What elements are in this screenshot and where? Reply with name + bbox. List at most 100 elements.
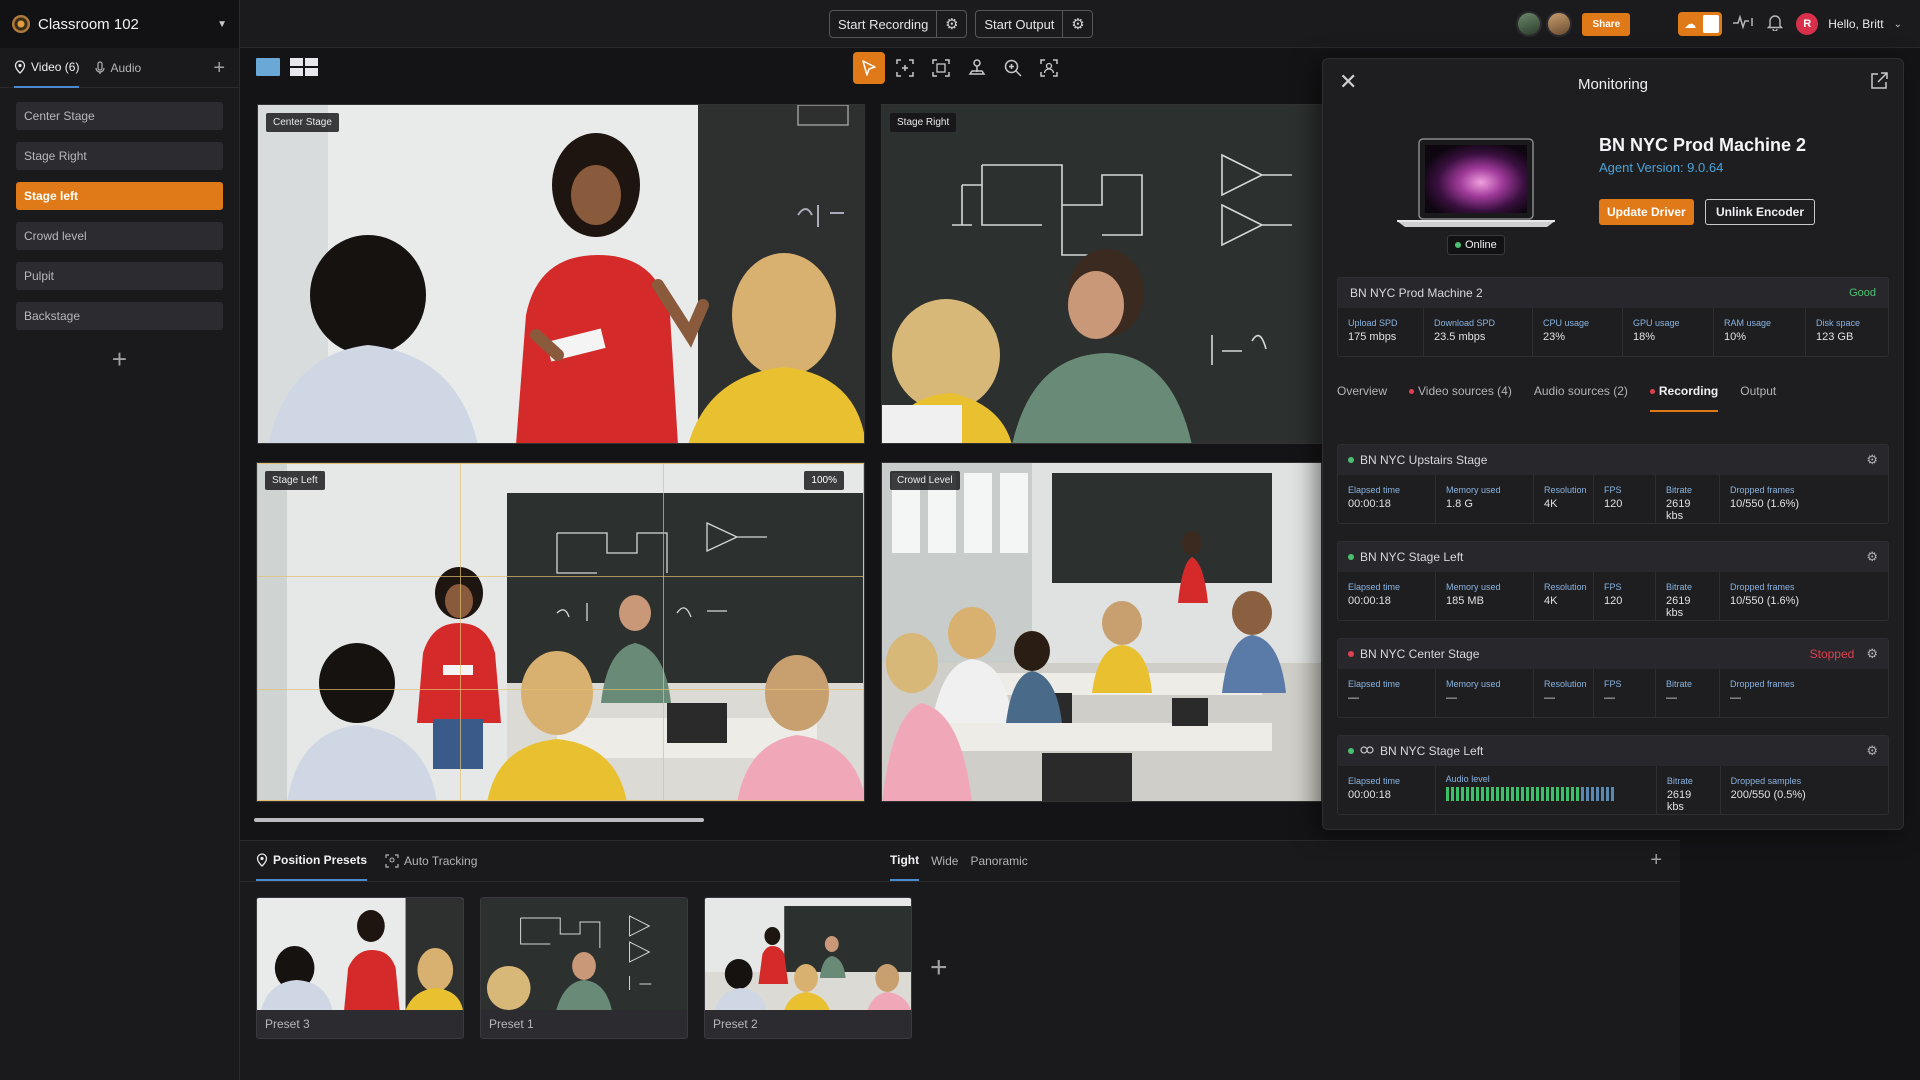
output-settings-gear-icon[interactable]: ⚙ [1062,11,1092,37]
gear-icon[interactable]: ⚙ [1866,452,1878,468]
audio-meter-segment [1555,787,1559,801]
rec-memory: Memory used 185 MB [1436,572,1534,620]
gear-icon[interactable]: ⚙ [1866,549,1878,565]
rec-fps: FPS 120 [1594,572,1656,620]
add-source-plus-icon[interactable]: + [213,57,225,80]
source-tabs: Video (6) Audio + [0,48,239,88]
recording-name: BN NYC Upstairs Stage [1360,453,1488,467]
source-item-stage-right[interactable]: Stage Right [16,142,223,170]
stat-ram: RAM usage 10% [1714,308,1806,356]
tab-wide[interactable]: Wide [931,841,958,881]
preset-card-1[interactable]: Preset 1 [480,897,688,1039]
stat-download: Download SPD 23.5 mbps [1424,308,1533,356]
layout-toggle [256,58,318,76]
chevron-down-icon: ▼ [217,18,227,30]
update-driver-button[interactable]: Update Driver [1599,199,1694,225]
audio-meter-segment [1500,787,1504,801]
tab-audio-label: Audio [110,60,142,75]
add-preset-plus-icon[interactable]: + [930,951,948,985]
device-status-text: Online [1465,239,1497,251]
single-view-icon[interactable] [256,58,280,76]
collaborator-avatar[interactable] [1516,11,1543,37]
video-feed-stage-right[interactable]: Stage Right [881,104,1322,444]
external-link-icon[interactable] [1869,71,1889,94]
rec-elapsed: Elapsed time 00:00:18 [1338,475,1436,523]
tab-panoramic[interactable]: Panoramic [970,841,1027,881]
audio-meter-segment [1565,787,1569,801]
activity-pulse-icon[interactable] [1732,14,1754,35]
preset-card-2[interactable]: Preset 2 [704,897,912,1039]
start-output-button[interactable]: Start Output [976,11,1062,37]
video-feed-center-stage[interactable]: Center Stage [257,104,865,444]
zoom-in-icon[interactable] [997,52,1029,84]
source-item-crowd-level[interactable]: Crowd level [16,222,223,250]
status-dot [1348,554,1354,560]
source-item-backstage[interactable]: Backstage [16,302,223,330]
tab-tight[interactable]: Tight [890,841,920,881]
stat-cpu: CPU usage 23% [1533,308,1623,356]
gear-icon[interactable]: ⚙ [1866,743,1878,759]
frame-select-icon[interactable] [925,52,957,84]
video-feed-stage-left[interactable]: Stage Left 100% [256,462,865,802]
gear-icon[interactable]: ⚙ [1866,646,1878,662]
tab-output[interactable]: Output [1740,384,1776,412]
recording-header: BN NYC Stage Left ⚙ [1338,542,1888,572]
face-tracking-icon[interactable] [1033,52,1065,84]
grid-horizontal-scrollbar[interactable] [254,818,704,822]
laptop-device-icon [1397,138,1555,227]
recording-settings-gear-icon[interactable]: ⚙ [936,11,966,37]
crowd-level-video-image [882,463,1321,801]
video-feed-crowd-level[interactable]: Crowd Level [881,462,1322,802]
tab-audio-sources[interactable]: Audio sources (2) [1534,384,1628,412]
add-preset-plus-icon[interactable]: + [1650,849,1662,872]
user-avatar[interactable]: R [1796,13,1819,35]
tab-auto-tracking[interactable]: Auto Tracking [385,841,477,881]
grid-view-icon[interactable] [290,58,318,76]
alert-dot [1409,389,1415,394]
recording-stats: Elapsed time 00:00:18 Audio level Bitrate… [1338,766,1888,814]
pointer-tool-icon[interactable] [853,52,885,84]
feed-label: Center Stage [266,113,339,132]
notification-bell-icon[interactable] [1764,13,1786,36]
feed-label: Stage Left [265,471,325,490]
stage-right-video-image [882,105,1321,443]
chevron-down-icon[interactable]: ⌄ [1894,19,1902,30]
collaborator-avatar[interactable] [1546,11,1573,37]
joystick-icon[interactable] [961,52,993,84]
user-greeting[interactable]: Hello, Britt [1828,17,1883,31]
tab-audio[interactable]: Audio [95,48,141,88]
preset-label: Preset 2 [713,1017,758,1031]
share-button[interactable]: Share [1582,12,1631,36]
audio-meter-segment [1455,787,1459,801]
tab-video-sources[interactable]: Video sources (4) [1409,384,1512,412]
location-pin-icon [256,853,268,867]
tab-auto-tracking-label: Auto Tracking [404,854,478,868]
preset-thumbnail [257,898,463,1010]
source-item-pulpit[interactable]: Pulpit [16,262,223,290]
preset-card-3[interactable]: Preset 3 [256,897,464,1039]
audio-meter-segment [1460,787,1464,801]
rec-memory: Memory used — [1436,669,1534,717]
selection-frame [257,463,864,801]
source-item-stage-left[interactable]: Stage left [16,182,223,210]
rec-bitrate: Bitrate 2619 kbs [1656,475,1720,523]
tab-overview[interactable]: Overview [1337,384,1387,412]
health-header: BN NYC Prod Machine 2 Good [1338,278,1888,308]
room-selector[interactable]: Classroom 102 ▼ [0,0,240,48]
cloud-toggle[interactable]: ☁ [1678,12,1723,36]
rec-fps: FPS 120 [1594,475,1656,523]
audio-meter-segment [1505,787,1509,801]
audio-meter-segment [1575,787,1579,801]
tab-video[interactable]: Video (6) [14,48,80,88]
health-stats: Upload SPD 175 mbps Download SPD 23.5 mbps… [1338,308,1888,356]
unlink-encoder-button[interactable]: Unlink Encoder [1705,199,1816,225]
recording-name: BN NYC Center Stage [1360,647,1480,661]
feed-label: Stage Right [890,113,957,132]
add-source-plus-icon[interactable]: + [16,344,223,375]
start-recording-button[interactable]: Start Recording [830,11,936,37]
tab-position-presets[interactable]: Position Presets [256,841,368,881]
source-item-center-stage[interactable]: Center Stage [16,102,223,130]
focus-point-icon[interactable] [889,52,921,84]
recording-card-stage-left: BN NYC Stage Left ⚙ Elapsed time 00:00:18… [1337,541,1889,621]
tab-recording[interactable]: Recording [1649,384,1719,412]
